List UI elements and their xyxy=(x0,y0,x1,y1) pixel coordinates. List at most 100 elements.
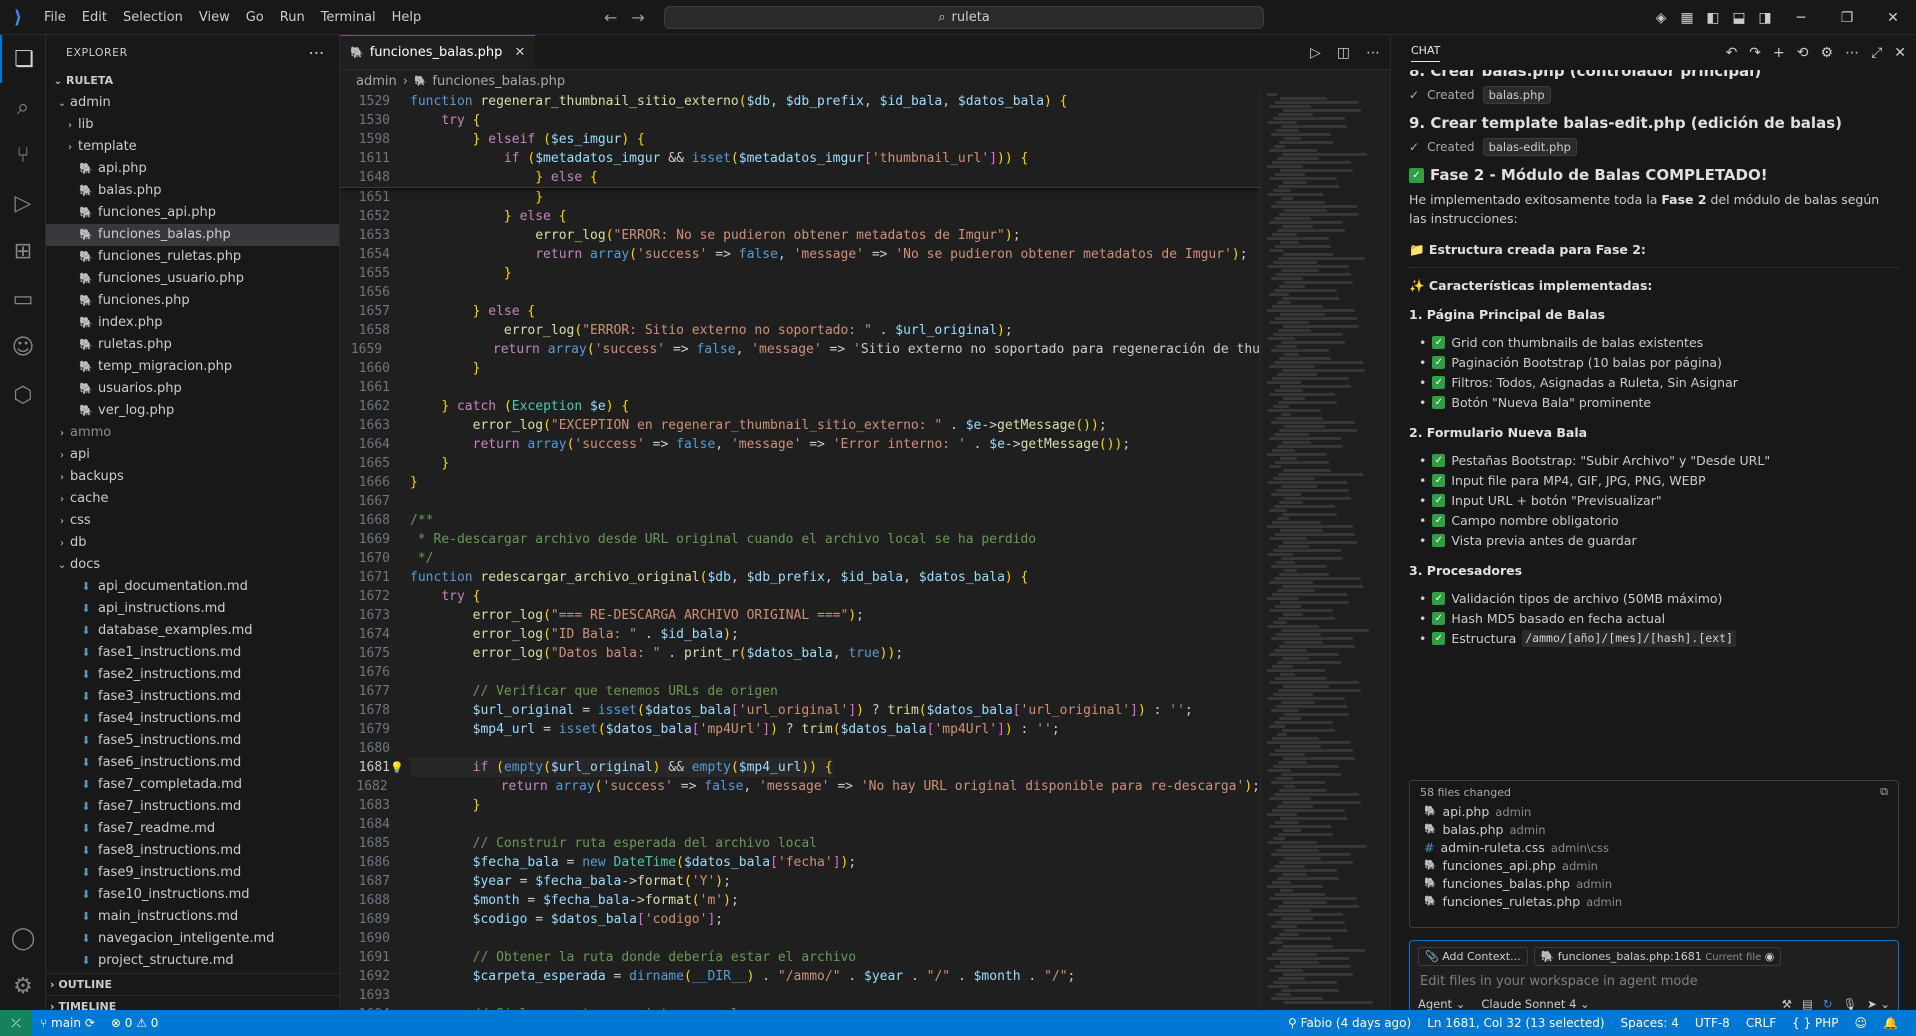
code-editor[interactable]: 1529 function regenerar_thumbnail_sitio_e… xyxy=(340,92,1260,1010)
run-icon[interactable]: ▷ xyxy=(1310,45,1321,61)
tree-file[interactable]: ⬇ fase8_instructions.md xyxy=(46,840,339,862)
tree-file[interactable]: ⬇ database_examples.md xyxy=(46,620,339,642)
outline-section[interactable]: › OUTLINE xyxy=(46,973,339,995)
command-center-search[interactable]: ⌕ ruleta xyxy=(664,6,1264,29)
tree-file[interactable]: ⬇ fase7_readme.md xyxy=(46,818,339,840)
manage-gear-icon[interactable]: ⚙ xyxy=(0,962,46,1010)
menu-file[interactable]: File xyxy=(36,0,74,35)
close-tab-icon[interactable]: ✕ xyxy=(514,45,525,60)
tree-file[interactable]: 🐘 ver_log.php xyxy=(46,400,339,422)
menu-help[interactable]: Help xyxy=(384,0,430,35)
tree-file[interactable]: 🐘 funciones_usuario.php xyxy=(46,268,339,290)
notifications-icon[interactable]: 🔔 xyxy=(1875,1016,1906,1030)
changed-file-row[interactable]: # admin-ruleta.css admin\css xyxy=(1410,839,1898,857)
remote-indicator-icon[interactable]: ⤫ xyxy=(0,1010,32,1036)
tree-file[interactable]: ⬇ fase10_instructions.md xyxy=(46,884,339,906)
tree-folder[interactable]: ⌄ docs xyxy=(46,554,339,576)
microphone-icon[interactable]: 🎙 xyxy=(1842,997,1857,1011)
tree-file[interactable]: 🐘 ruletas.php xyxy=(46,334,339,356)
extensions-icon[interactable]: ⊞ xyxy=(0,227,46,275)
tab-funciones-balas[interactable]: 🐘 funciones_balas.php ✕ xyxy=(340,35,536,69)
tree-file[interactable]: ⬇ api_documentation.md xyxy=(46,576,339,598)
tree-file[interactable]: ⬇ project_structure.md xyxy=(46,950,339,972)
breadcrumb-folder[interactable]: admin xyxy=(356,74,397,89)
changed-file-row[interactable]: 🐘 balas.php admin xyxy=(1410,821,1898,839)
auto-approve-icon[interactable]: ↻ xyxy=(1823,997,1833,1011)
lightbulb-icon[interactable]: 💡 xyxy=(390,761,404,774)
tree-file[interactable]: ⬇ fase9_instructions.md xyxy=(46,862,339,884)
tree-file[interactable]: 🐘 funciones_api.php xyxy=(46,202,339,224)
menu-run[interactable]: Run xyxy=(272,0,313,35)
minimize-window-icon[interactable]: ─ xyxy=(1778,10,1824,26)
source-control-icon[interactable]: ⑂ xyxy=(0,131,46,179)
tree-folder[interactable]: › db xyxy=(46,532,339,554)
git-blame[interactable]: ⚲ Fabio (4 days ago) xyxy=(1280,1016,1419,1030)
toggle-sidebar-icon[interactable]: ◧ xyxy=(1700,10,1726,26)
copilot-status-icon[interactable]: ☺ xyxy=(1847,1016,1876,1030)
close-chat-icon[interactable]: ✕ xyxy=(1894,45,1906,61)
new-chat-icon[interactable]: + xyxy=(1773,45,1785,61)
tree-file[interactable]: ⬇ navegacion_inteligente.md xyxy=(46,928,339,950)
chat-more-icon[interactable]: ⋯ xyxy=(1845,45,1859,61)
tree-file[interactable]: 🐘 temp_migracion.php xyxy=(46,356,339,378)
tree-file[interactable]: 🐘 api.php xyxy=(46,158,339,180)
tree-folder[interactable]: › api xyxy=(46,444,339,466)
back-arrow-icon[interactable]: ← xyxy=(604,8,617,27)
tree-file[interactable]: ⬇ fase6_instructions.md xyxy=(46,752,339,774)
restore-window-icon[interactable]: ❐ xyxy=(1824,10,1870,26)
toggle-secondary-sidebar-icon[interactable]: ◨ xyxy=(1752,10,1778,26)
tree-file[interactable]: ⬇ fase3_instructions.md xyxy=(46,686,339,708)
tree-folder[interactable]: › backups xyxy=(46,466,339,488)
tree-folder[interactable]: › lib xyxy=(46,114,339,136)
close-window-icon[interactable]: ✕ xyxy=(1870,10,1916,26)
send-icon[interactable]: ➤ ⌄ xyxy=(1867,997,1890,1011)
maximize-icon[interactable]: ⤢ xyxy=(1871,45,1882,61)
copilot-agent-icon[interactable]: ☺ xyxy=(0,323,46,371)
language-mode[interactable]: { } PHP xyxy=(1784,1016,1846,1030)
chat-settings-gear-icon[interactable]: ⚙ xyxy=(1821,45,1834,61)
tree-file[interactable]: 🐘 index.php xyxy=(46,312,339,334)
indentation[interactable]: Spaces: 4 xyxy=(1613,1016,1687,1030)
tree-folder[interactable]: ⌄ admin xyxy=(46,92,339,114)
more-actions-icon[interactable]: ⋯ xyxy=(309,43,326,62)
changed-file-row[interactable]: 🐘 api.php admin xyxy=(1410,803,1898,821)
minimap[interactable] xyxy=(1260,92,1390,1010)
tools-icon[interactable]: ⚒ xyxy=(1782,997,1792,1011)
changed-file-row[interactable]: 🐘 funciones_api.php admin xyxy=(1410,857,1898,875)
chat-prompt-input[interactable]: Edit files in your workspace in agent mo… xyxy=(1410,966,1898,997)
cursor-position[interactable]: Ln 1681, Col 32 (13 selected) xyxy=(1419,1016,1612,1030)
customize-layout-icon[interactable]: ▦ xyxy=(1674,10,1700,26)
tree-file[interactable]: 🐘 funciones_ruletas.php xyxy=(46,246,339,268)
menu-go[interactable]: Go xyxy=(238,0,272,35)
encoding[interactable]: UTF-8 xyxy=(1687,1016,1738,1030)
menu-terminal[interactable]: Terminal xyxy=(313,0,384,35)
redo-icon[interactable]: ↷ xyxy=(1749,45,1761,61)
line-endings[interactable]: CRLF xyxy=(1738,1016,1784,1030)
tree-folder[interactable]: › cache xyxy=(46,488,339,510)
changed-file-row[interactable]: 🐘 funciones_balas.php admin xyxy=(1410,875,1898,893)
copilot-icon[interactable]: ◈ xyxy=(1648,10,1674,26)
tree-file[interactable]: 🐘 funciones.php xyxy=(46,290,339,312)
more-editor-actions-icon[interactable]: ⋯ xyxy=(1366,45,1380,61)
model-picker[interactable]: Claude Sonnet 4 ⌄ xyxy=(1481,997,1589,1011)
menu-edit[interactable]: Edit xyxy=(74,0,115,35)
files-changed-view-icon[interactable]: ⧉ xyxy=(1880,785,1888,799)
tree-file[interactable]: ⬇ fase1_instructions.md xyxy=(46,642,339,664)
tree-file[interactable]: ⬇ fase2_instructions.md xyxy=(46,664,339,686)
tree-file[interactable]: ⬇ fase4_instructions.md xyxy=(46,708,339,730)
run-debug-icon[interactable]: ▷ xyxy=(0,179,46,227)
add-context-button[interactable]: 📎 Add Context... xyxy=(1418,947,1528,966)
file-chip[interactable]: balas.php xyxy=(1482,86,1551,104)
file-chip[interactable]: balas-edit.php xyxy=(1482,138,1577,156)
menu-selection[interactable]: Selection xyxy=(115,0,191,35)
account-icon[interactable]: ◯ xyxy=(0,914,46,962)
mode-picker[interactable]: Agent ⌄ xyxy=(1418,997,1465,1011)
remote-explorer-icon[interactable]: ▭ xyxy=(0,275,46,323)
search-view-icon[interactable]: ⌕ xyxy=(0,83,46,131)
toggle-panel-icon[interactable]: ⬓ xyxy=(1726,10,1752,26)
tree-file[interactable]: 🐘 balas.php xyxy=(46,180,339,202)
branch-indicator[interactable]: ⑂ main ⟳ xyxy=(32,1016,103,1030)
undo-icon[interactable]: ↶ xyxy=(1726,45,1738,61)
tree-folder[interactable]: › template xyxy=(46,136,339,158)
tree-file[interactable]: ⬇ fase7_completada.md xyxy=(46,774,339,796)
